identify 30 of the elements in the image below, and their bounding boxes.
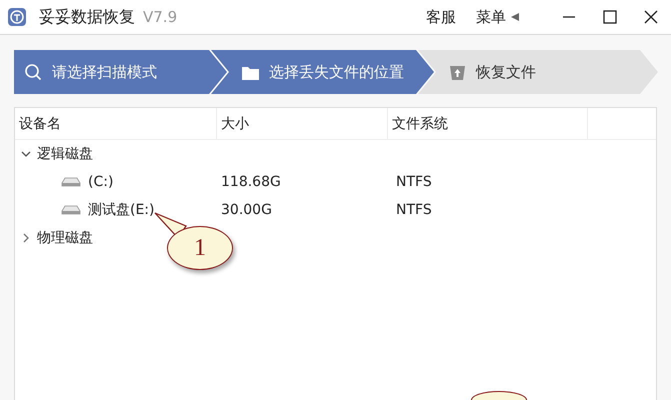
chevron-right-icon[interactable] <box>21 233 31 243</box>
drive-icon <box>61 204 81 216</box>
column-header[interactable]: 文件系统 <box>388 108 588 139</box>
version-label: V7.9 <box>143 8 178 26</box>
tree-group-label[interactable]: 物理磁盘 <box>37 229 93 247</box>
wizard-step[interactable]: 恢复文件 <box>418 50 658 94</box>
app-logo-icon <box>7 7 27 27</box>
step-label: 恢复文件 <box>476 62 536 82</box>
window-title: 妥妥数据恢复 <box>39 6 135 28</box>
size-cell-text: 30.00G <box>220 202 273 218</box>
filesystem-cell-text: NTFS <box>395 202 433 218</box>
column-header[interactable]: 大小 <box>217 108 388 139</box>
drive-name[interactable]: 测试盘(E:) <box>88 201 154 219</box>
wizard-step[interactable]: 请选择扫描模式 <box>14 50 227 94</box>
column-header[interactable]: 设备名 <box>15 108 217 139</box>
menu-button[interactable]: 菜单 <box>470 8 526 26</box>
maximize-icon <box>602 10 616 24</box>
close-icon <box>644 10 658 24</box>
search-icon <box>24 62 43 82</box>
support-button[interactable]: 客服 <box>420 8 462 26</box>
step-label: 请选择扫描模式 <box>52 62 157 82</box>
step-label: 选择丢失文件的位置 <box>269 62 404 82</box>
caret-icon <box>510 12 520 22</box>
drive-icon <box>61 176 81 188</box>
drive-name[interactable]: (C:) <box>88 174 114 190</box>
filesystem-cell-text: NTFS <box>395 174 433 190</box>
size-cell-text: 118.68G <box>220 174 282 190</box>
tree-group-label[interactable]: 逻辑磁盘 <box>37 145 93 163</box>
chevron-down-icon[interactable] <box>21 149 31 159</box>
wizard-step[interactable]: 选择丢失文件的位置 <box>211 50 434 94</box>
